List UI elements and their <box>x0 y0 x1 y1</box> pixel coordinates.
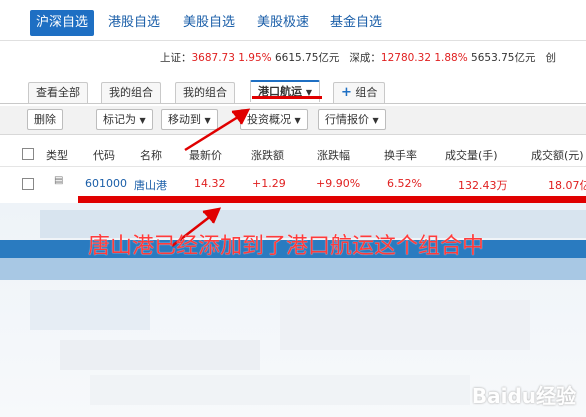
arrow-to-tab <box>184 108 251 152</box>
baidu-watermark: Baidu经验 <box>471 384 576 408</box>
annotation-text: 唐山港已经添加到了港口航运这个组合中 <box>88 234 485 259</box>
annotation-arrows <box>171 108 251 247</box>
